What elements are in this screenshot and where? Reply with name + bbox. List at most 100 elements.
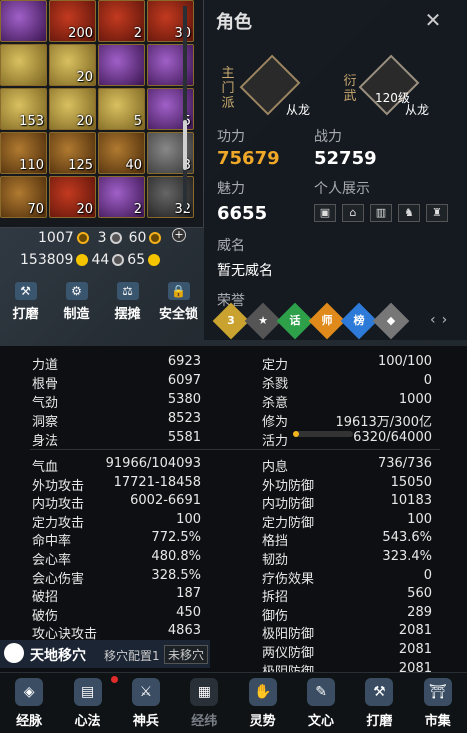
nav-icon: ▤ xyxy=(73,678,102,706)
nav-label: 打磨 xyxy=(366,714,393,729)
stat-label: 修为 xyxy=(262,415,289,430)
sect-name: 从龙 xyxy=(286,103,311,117)
stat-value: 560 xyxy=(407,586,432,602)
bottom-nav: ◈ 经脉 ▤ 心法 ⚔ 神兵 ▦ 经纬 ✋ 灵势 ✎ 文心 ⚒ 打磨 ⛩ 市集 xyxy=(0,672,467,733)
item-quantity: 200 xyxy=(68,26,93,41)
currency-value: 3 xyxy=(97,230,107,246)
safe-lock-button[interactable]: 🔒 安全锁 xyxy=(153,282,204,326)
item-quantity: 110 xyxy=(19,158,44,173)
inventory-slot[interactable]: 200 xyxy=(49,0,96,42)
stat-value: 15050 xyxy=(390,474,432,490)
nav-icon: ⚔ xyxy=(131,678,160,706)
inventory-slot[interactable]: 2 xyxy=(98,176,145,218)
meili-value: 6655 xyxy=(217,203,268,224)
inventory-slot[interactable]: 125 xyxy=(49,132,96,174)
inventory-slot[interactable]: 2 xyxy=(98,0,145,42)
stats-divider xyxy=(30,449,440,450)
stat-label: 会心率 xyxy=(32,553,72,568)
nav-label: 市集 xyxy=(424,714,451,729)
currency-row-1: 1007 3 60 xyxy=(38,230,162,246)
stall-button[interactable]: ⚖ 摆摊 xyxy=(102,282,153,326)
inventory-scrollbar-track[interactable] xyxy=(183,6,187,211)
stat-label: 外功防御 xyxy=(262,478,315,494)
card-icon[interactable]: ▣ xyxy=(314,204,336,222)
inventory-slot[interactable] xyxy=(98,44,145,86)
craft-button[interactable]: ⚙ 制造 xyxy=(51,282,102,326)
personal-show-icons: ▣ ⌂ ▥ ♞ ♜ xyxy=(314,204,448,222)
nav-label: 心法 xyxy=(74,714,101,729)
stat-value: 289 xyxy=(407,604,432,620)
stat-label: 命中率 xyxy=(32,534,72,550)
stat-label: 拆招 xyxy=(262,590,289,606)
inventory-slot[interactable]: 20 xyxy=(49,44,96,86)
stat-value: 91966/104093 xyxy=(105,456,201,471)
currency-row-2: 153809 44 65 xyxy=(20,252,161,268)
nav-item[interactable]: ⛩ 市集 xyxy=(409,673,467,733)
inventory-slot[interactable]: 5 xyxy=(98,88,145,130)
nav-item[interactable]: ⚔ 神兵 xyxy=(117,673,175,733)
stat-value: 10183 xyxy=(390,493,432,509)
inventory-slot[interactable]: 153 xyxy=(0,88,47,130)
sub-sect-label: 衍武 xyxy=(343,74,357,104)
stat-label: 气血 xyxy=(32,460,59,475)
stat-value: 4863 xyxy=(167,623,201,639)
zhanli-label: 战力 xyxy=(314,129,342,145)
inventory-slot[interactable]: 20 xyxy=(49,88,96,130)
nav-item[interactable]: ▦ 经纬 xyxy=(175,673,233,733)
sub-sect-name: 从龙 xyxy=(405,103,430,117)
panel-title: 角色 xyxy=(216,12,252,33)
inventory-slot[interactable]: 70 xyxy=(0,176,47,218)
stat-value: 187 xyxy=(176,586,201,602)
stat-label: 活力 xyxy=(262,434,289,449)
nav-item[interactable]: ✋ 灵势 xyxy=(234,673,292,733)
inventory-slot[interactable]: 20 xyxy=(49,176,96,218)
stat-label: 定力防御 xyxy=(262,515,315,531)
house-icon[interactable]: ⌂ xyxy=(342,204,364,222)
meili-label: 魅力 xyxy=(217,181,245,197)
add-currency-button[interactable]: + xyxy=(172,228,186,242)
stat-label: 韧劲 xyxy=(262,553,289,568)
stat-value: 17721-18458 xyxy=(113,474,201,490)
stat-label: 杀意 xyxy=(262,396,289,411)
item-quantity: 70 xyxy=(27,202,44,217)
honor-crest-icon[interactable]: ◆ xyxy=(372,302,410,340)
inventory-panel: 2002302015320551101254037020232 xyxy=(0,0,204,228)
stat-value: 1000 xyxy=(398,392,432,407)
acupoint-status-badge: 未移穴 xyxy=(164,645,209,664)
stat-label: 定力攻击 xyxy=(32,515,85,531)
stat-label: 格挡 xyxy=(262,534,289,550)
stat-value: 736/736 xyxy=(377,456,432,471)
nav-icon: ◈ xyxy=(15,678,44,706)
outfit-icon[interactable]: ♜ xyxy=(426,204,448,222)
nav-item[interactable]: ✎ 文心 xyxy=(292,673,350,733)
stat-label: 身法 xyxy=(32,434,59,449)
inventory-toolbar: ⚒ 打磨 ⚙ 制造 ⚖ 摆摊 🔒 安全锁 xyxy=(0,282,204,326)
building-icon[interactable]: ▥ xyxy=(370,204,392,222)
nav-icon: ▦ xyxy=(190,678,219,706)
polish-button[interactable]: ⚒ 打磨 xyxy=(0,282,51,326)
vigor-bar xyxy=(293,431,353,437)
weiming-label: 威名 xyxy=(217,238,245,254)
nav-item[interactable]: ◈ 经脉 xyxy=(0,673,58,733)
inventory-scrollbar-thumb[interactable] xyxy=(183,120,187,170)
inventory-slot[interactable]: 40 xyxy=(98,132,145,174)
item-quantity: 153 xyxy=(19,114,44,129)
inventory-slot[interactable]: 110 xyxy=(0,132,47,174)
nav-item[interactable]: ⚒ 打磨 xyxy=(350,673,408,733)
stat-label: 内息 xyxy=(262,460,289,475)
acupoint-config[interactable]: 移穴配置1 xyxy=(104,647,160,664)
inventory-slot[interactable] xyxy=(0,0,47,42)
stat-label: 根骨 xyxy=(32,377,59,392)
stat-value: 5581 xyxy=(167,430,201,445)
nav-item[interactable]: ▤ 心法 xyxy=(58,673,116,733)
stat-label: 内功攻击 xyxy=(32,497,85,513)
inventory-slot[interactable] xyxy=(0,44,47,86)
stat-value: 6002-6691 xyxy=(130,493,201,509)
stat-value: 0 xyxy=(423,373,432,388)
zhanli-value: 52759 xyxy=(314,148,377,169)
honor-scroll-arrows[interactable]: ‹› xyxy=(430,312,453,328)
lock-icon: 🔒 xyxy=(167,282,190,300)
stat-value: 450 xyxy=(176,604,201,620)
close-button[interactable]: ✕ xyxy=(420,8,446,34)
mount-icon[interactable]: ♞ xyxy=(398,204,420,222)
